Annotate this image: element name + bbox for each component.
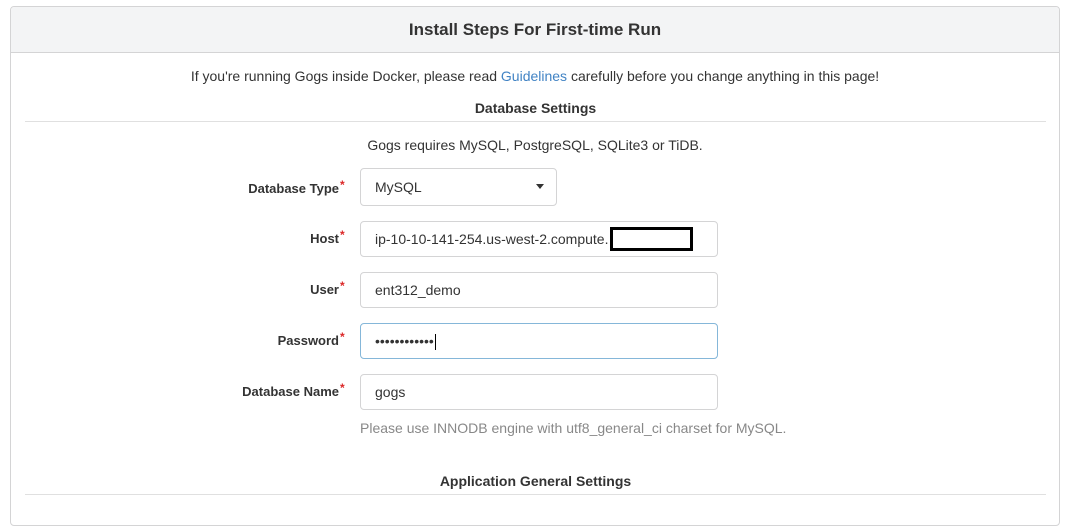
required-mark: * [340,279,345,293]
chevron-down-icon [536,184,544,189]
guidelines-link[interactable]: Guidelines [501,68,567,84]
host-value: ip-10-10-141-254.us-west-2.compute. [375,231,609,247]
user-input[interactable]: ent312_demo [360,272,718,308]
notice-text-before: If you're running Gogs inside Docker, pl… [190,68,501,84]
database-settings-heading: Database Settings [25,100,1046,122]
database-type-label: Database Type [248,181,339,196]
mysql-help-text: Please use INNODB engine with utf8_gener… [360,420,787,436]
required-mark: * [340,381,345,395]
host-label: Host [310,231,339,246]
install-panel: Install Steps For First-time Run If you'… [10,6,1060,526]
password-input[interactable]: •••••••••••• [360,323,718,359]
database-type-value: MySQL [375,179,422,195]
docker-notice: If you're running Gogs inside Docker, pl… [11,68,1059,84]
user-value: ent312_demo [375,282,461,298]
database-name-value: gogs [375,384,406,400]
user-label: User [310,282,339,297]
host-input[interactable]: ip-10-10-141-254.us-west-2.compute. [360,221,718,257]
database-type-select[interactable]: MySQL [360,168,557,206]
password-label: Password [277,333,339,348]
page-title: Install Steps For First-time Run [11,7,1059,53]
password-value: •••••••••••• [375,333,434,349]
database-requirements-text: Gogs requires MySQL, PostgreSQL, SQLite3… [367,137,703,153]
application-settings-heading: Application General Settings [25,473,1046,495]
text-cursor [434,334,436,351]
required-mark: * [340,178,345,192]
database-name-input[interactable]: gogs [360,374,718,410]
redaction-box [610,226,694,251]
notice-text-after: carefully before you change anything in … [567,68,880,84]
required-mark: * [340,330,345,344]
required-mark: * [340,228,345,242]
database-name-label: Database Name [242,384,339,399]
